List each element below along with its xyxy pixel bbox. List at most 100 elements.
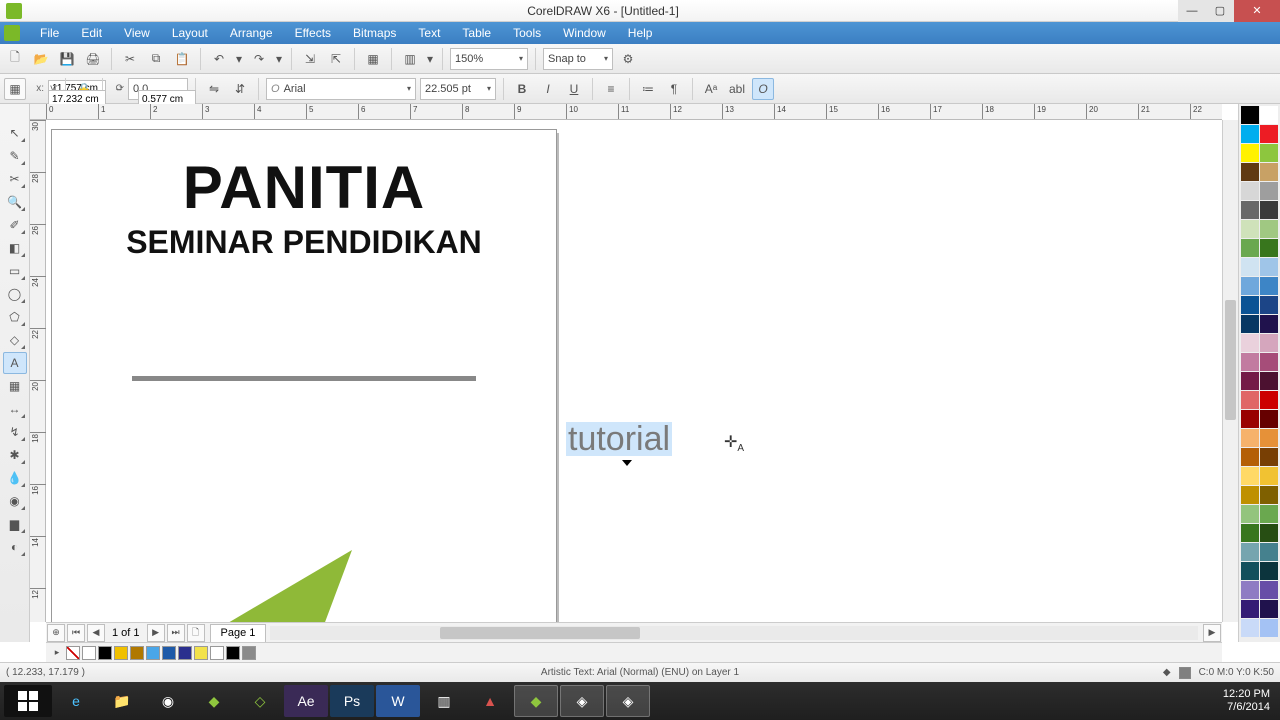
color-swatch[interactable] (1241, 125, 1259, 143)
color-swatch[interactable] (1260, 353, 1278, 371)
color-swatch[interactable] (1241, 467, 1259, 485)
doc-color-swatch[interactable] (82, 646, 96, 660)
export-button[interactable]: ⇱ (325, 48, 347, 70)
menu-help[interactable]: Help (618, 24, 663, 42)
color-swatch[interactable] (1241, 410, 1259, 428)
font-size-combo[interactable]: 22.505 pt▾ (420, 78, 496, 100)
page[interactable]: PANITIA SEMINAR PENDIDIKAN (52, 130, 556, 622)
table-tool[interactable]: ▦ (3, 375, 27, 397)
fill-swatch[interactable] (1179, 667, 1191, 679)
redo-button[interactable]: ↷ (248, 48, 270, 70)
palette-menu-button[interactable]: ▸ (50, 642, 64, 664)
interactive-fill-tool[interactable]: ◐ (3, 536, 27, 558)
taskbar-sketchup[interactable]: ▲ (468, 685, 512, 717)
menu-window[interactable]: Window (553, 24, 616, 42)
doc-color-swatch[interactable] (178, 646, 192, 660)
color-swatch[interactable] (1260, 600, 1278, 618)
doc-color-swatch[interactable] (130, 646, 144, 660)
color-swatch[interactable] (1241, 296, 1259, 314)
polygon-tool[interactable]: ⬠ (3, 306, 27, 328)
last-page-button[interactable]: ⏭ (167, 624, 185, 642)
connector-tool[interactable]: ↯ (3, 421, 27, 443)
taskbar-app2[interactable]: ◈ (560, 685, 604, 717)
maximize-button[interactable]: ▢ (1206, 0, 1234, 22)
edit-text-button[interactable]: abl (726, 78, 748, 100)
color-swatch[interactable] (1260, 163, 1278, 181)
zoom-tool[interactable]: 🔍 (3, 191, 27, 213)
menu-layout[interactable]: Layout (162, 24, 218, 42)
minimize-button[interactable]: — (1178, 0, 1206, 22)
print-button[interactable]: 🖨 (82, 48, 104, 70)
bold-button[interactable]: B (511, 78, 533, 100)
new-button[interactable]: 🗋 (4, 48, 26, 70)
scroll-right-button[interactable]: ▶ (1203, 624, 1221, 642)
smart-fill-tool[interactable]: ◧ (3, 237, 27, 259)
start-button[interactable] (4, 685, 52, 717)
color-swatch[interactable] (1241, 600, 1259, 618)
doc-color-swatch[interactable] (114, 646, 128, 660)
color-swatch[interactable] (1260, 619, 1278, 637)
mirror-h-button[interactable]: ⇋ (203, 78, 225, 100)
mirror-v-button[interactable]: ⇵ (229, 78, 251, 100)
color-swatch[interactable] (1260, 448, 1278, 466)
color-swatch[interactable] (1260, 486, 1278, 504)
taskbar-corel2[interactable]: ◇ (238, 685, 282, 717)
color-swatch[interactable] (1241, 391, 1259, 409)
editing-artistic-text[interactable]: tutorial (566, 422, 672, 456)
color-swatch[interactable] (1241, 182, 1259, 200)
prev-page-button[interactable]: ◀ (87, 624, 105, 642)
paste-button[interactable]: 📋 (171, 48, 193, 70)
doc-color-swatch[interactable] (242, 646, 256, 660)
rectangle-tool[interactable]: ▭ (3, 260, 27, 282)
color-swatch[interactable] (1241, 258, 1259, 276)
color-swatch[interactable] (1241, 163, 1259, 181)
menu-text[interactable]: Text (408, 24, 450, 42)
horizontal-scroll-thumb[interactable] (440, 627, 640, 639)
undo-button[interactable]: ↶ (208, 48, 230, 70)
add-page-button[interactable]: ⊕ (47, 624, 65, 642)
redo-dropdown[interactable]: ▾ (274, 48, 284, 70)
bullets-button[interactable]: ≔ (637, 78, 659, 100)
menu-arrange[interactable]: Arrange (220, 24, 283, 42)
menu-tools[interactable]: Tools (503, 24, 551, 42)
char-format-button[interactable]: Aᵃ (700, 78, 722, 100)
eyedropper-tool[interactable]: 💧 (3, 467, 27, 489)
menu-file[interactable]: File (30, 24, 69, 42)
app-menu-icon[interactable] (4, 25, 20, 41)
import-button[interactable]: ⇲ (299, 48, 321, 70)
interactive-opentype-button[interactable]: O (752, 78, 774, 100)
vertical-scroll-thumb[interactable] (1225, 300, 1236, 420)
dropcap-button[interactable]: ¶ (663, 78, 685, 100)
copy-button[interactable]: ⧉ (145, 48, 167, 70)
doc-color-swatch[interactable] (210, 646, 224, 660)
color-swatch[interactable] (1241, 486, 1259, 504)
horizontal-scrollbar[interactable] (270, 626, 1198, 640)
color-swatch[interactable] (1241, 543, 1259, 561)
save-button[interactable]: 💾 (56, 48, 78, 70)
menu-edit[interactable]: Edit (71, 24, 112, 42)
horizontal-line-shape[interactable] (132, 376, 476, 381)
crop-tool[interactable]: ✂ (3, 168, 27, 190)
interactive-tool[interactable]: ✱ (3, 444, 27, 466)
doc-color-swatch[interactable] (162, 646, 176, 660)
taskbar-app1[interactable]: ▥ (422, 685, 466, 717)
color-swatch[interactable] (1260, 524, 1278, 542)
color-swatch[interactable] (1260, 334, 1278, 352)
color-swatch[interactable] (1260, 372, 1278, 390)
artistic-text-subtitle[interactable]: SEMINAR PENDIDIKAN (52, 226, 556, 258)
drawing-area[interactable]: PANITIA SEMINAR PENDIDIKAN tutorial ✛A (46, 120, 1222, 622)
color-swatch[interactable] (1260, 201, 1278, 219)
color-swatch[interactable] (1260, 505, 1278, 523)
color-swatch[interactable] (1241, 505, 1259, 523)
ellipse-tool[interactable]: ◯ (3, 283, 27, 305)
pick-tool[interactable]: ↖ (3, 122, 27, 144)
color-swatch[interactable] (1260, 296, 1278, 314)
taskbar-word[interactable]: W (376, 685, 420, 717)
color-swatch[interactable] (1241, 524, 1259, 542)
color-swatch[interactable] (1241, 448, 1259, 466)
italic-button[interactable]: I (537, 78, 559, 100)
doc-color-swatch[interactable] (98, 646, 112, 660)
first-page-button[interactable]: ⏮ (67, 624, 85, 642)
color-swatch[interactable] (1260, 258, 1278, 276)
color-swatch[interactable] (1260, 467, 1278, 485)
